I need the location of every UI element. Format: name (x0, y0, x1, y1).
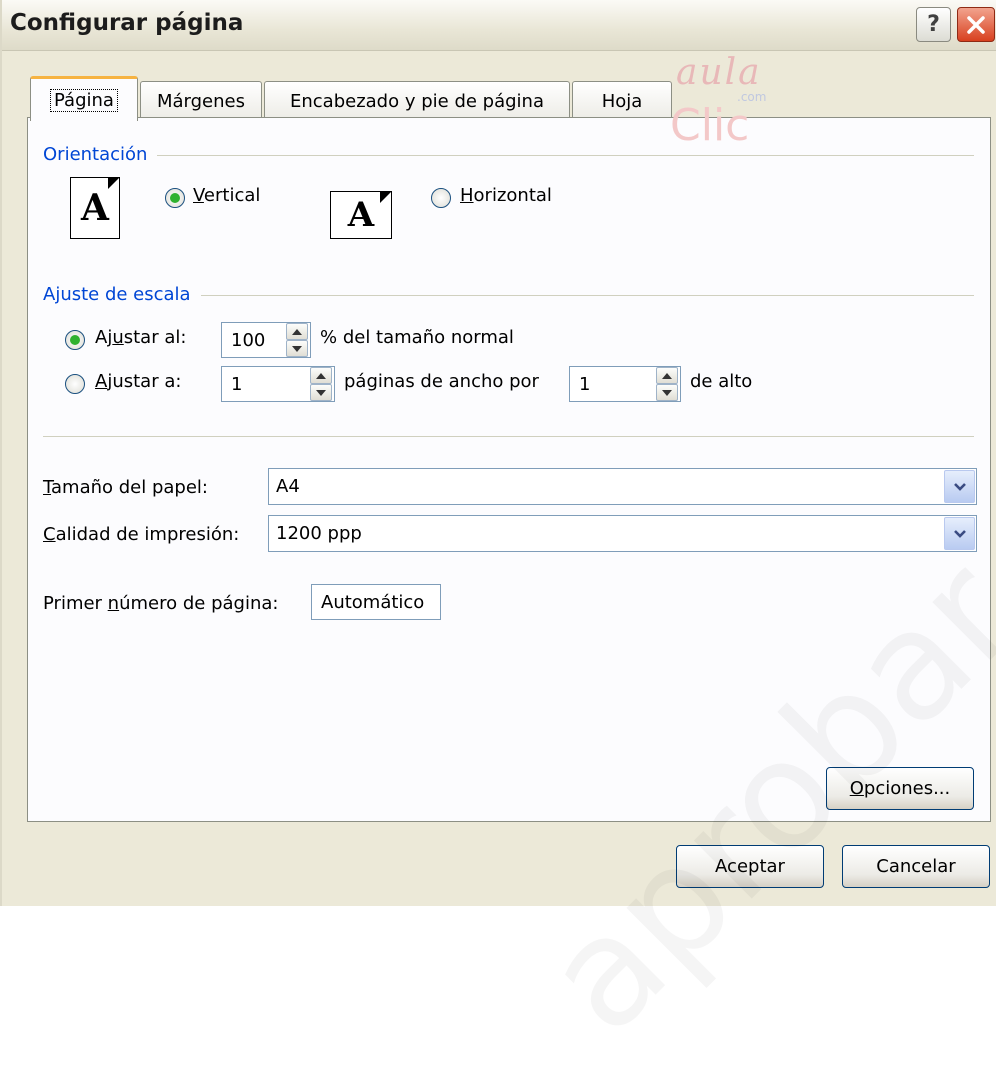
spin-down-icon[interactable] (310, 384, 332, 401)
tab-margenes-label: Márgenes (156, 91, 245, 112)
spin-up-icon[interactable] (310, 367, 332, 384)
section-divider (43, 436, 974, 437)
fit-to-radio[interactable] (65, 374, 85, 394)
accept-button[interactable]: Aceptar (676, 845, 824, 888)
tab-pagina-label: Página (50, 88, 118, 112)
close-icon (967, 15, 985, 34)
options-button[interactable]: Opciones... (826, 767, 974, 810)
spin-up-icon[interactable] (286, 323, 308, 340)
horizontal-label[interactable]: Horizontal (460, 185, 552, 206)
tab-panel-pagina: aprobar.es Orientación A Vertical A Hori… (27, 117, 996, 1066)
chevron-down-icon[interactable] (944, 517, 975, 550)
first-page-number-label: Primer número de página: (43, 593, 279, 614)
paper-size-select[interactable]: A4 (268, 468, 977, 505)
spin-down-icon[interactable] (656, 384, 678, 401)
tab-encabezado[interactable]: Encabezado y pie de página (264, 81, 570, 121)
page-setup-dialog: Configurar página ? Página Márgenes Enca… (0, 0, 996, 1066)
chevron-down-icon[interactable] (944, 470, 975, 503)
adjust-to-suffix: % del tamaño normal (320, 327, 514, 348)
first-page-number-input[interactable]: Automático (311, 584, 441, 620)
pages-wide-spinner[interactable] (310, 367, 332, 401)
orientation-group-title: Orientación (43, 144, 158, 165)
print-quality-select[interactable]: 1200 ppp (268, 515, 977, 552)
pages-tall-spinner[interactable] (656, 367, 678, 401)
pages-wide-suffix: páginas de ancho por (344, 371, 539, 392)
logo-aula: aula (676, 52, 762, 93)
tab-pagina[interactable]: Página (30, 76, 138, 121)
pages-tall-suffix: de alto (690, 371, 753, 392)
print-quality-label: Calidad de impresión: (43, 524, 240, 545)
title-bar[interactable]: Configurar página ? (2, 0, 996, 51)
adjust-to-spinner[interactable] (286, 323, 308, 357)
adjust-to-radio[interactable] (65, 330, 85, 350)
window-title: Configurar página (10, 10, 244, 36)
paper-size-label: Tamaño del papel: (43, 477, 208, 498)
tab-hoja-label: Hoja (601, 91, 643, 112)
spin-up-icon[interactable] (656, 367, 678, 384)
orientation-divider (48, 155, 974, 156)
close-button[interactable] (957, 7, 995, 42)
tab-margenes[interactable]: Márgenes (140, 81, 262, 121)
fit-to-label[interactable]: Ajustar a: (95, 371, 181, 392)
cancel-button[interactable]: Cancelar (842, 845, 990, 888)
landscape-page-icon: A (330, 191, 392, 239)
tab-encabezado-label: Encabezado y pie de página (290, 91, 544, 112)
vertical-label[interactable]: Vertical (193, 185, 260, 206)
help-icon: ? (927, 12, 940, 37)
adjust-to-label[interactable]: Ajustar al: (95, 327, 186, 348)
spin-down-icon[interactable] (286, 340, 308, 357)
scale-group-title: Ajuste de escala (43, 284, 201, 305)
tab-hoja[interactable]: Hoja (572, 81, 672, 121)
help-button[interactable]: ? (916, 7, 951, 42)
portrait-page-icon: A (70, 177, 120, 239)
logo-clic: Clic (670, 100, 750, 151)
horizontal-radio[interactable] (431, 188, 451, 208)
vertical-radio[interactable] (165, 188, 185, 208)
